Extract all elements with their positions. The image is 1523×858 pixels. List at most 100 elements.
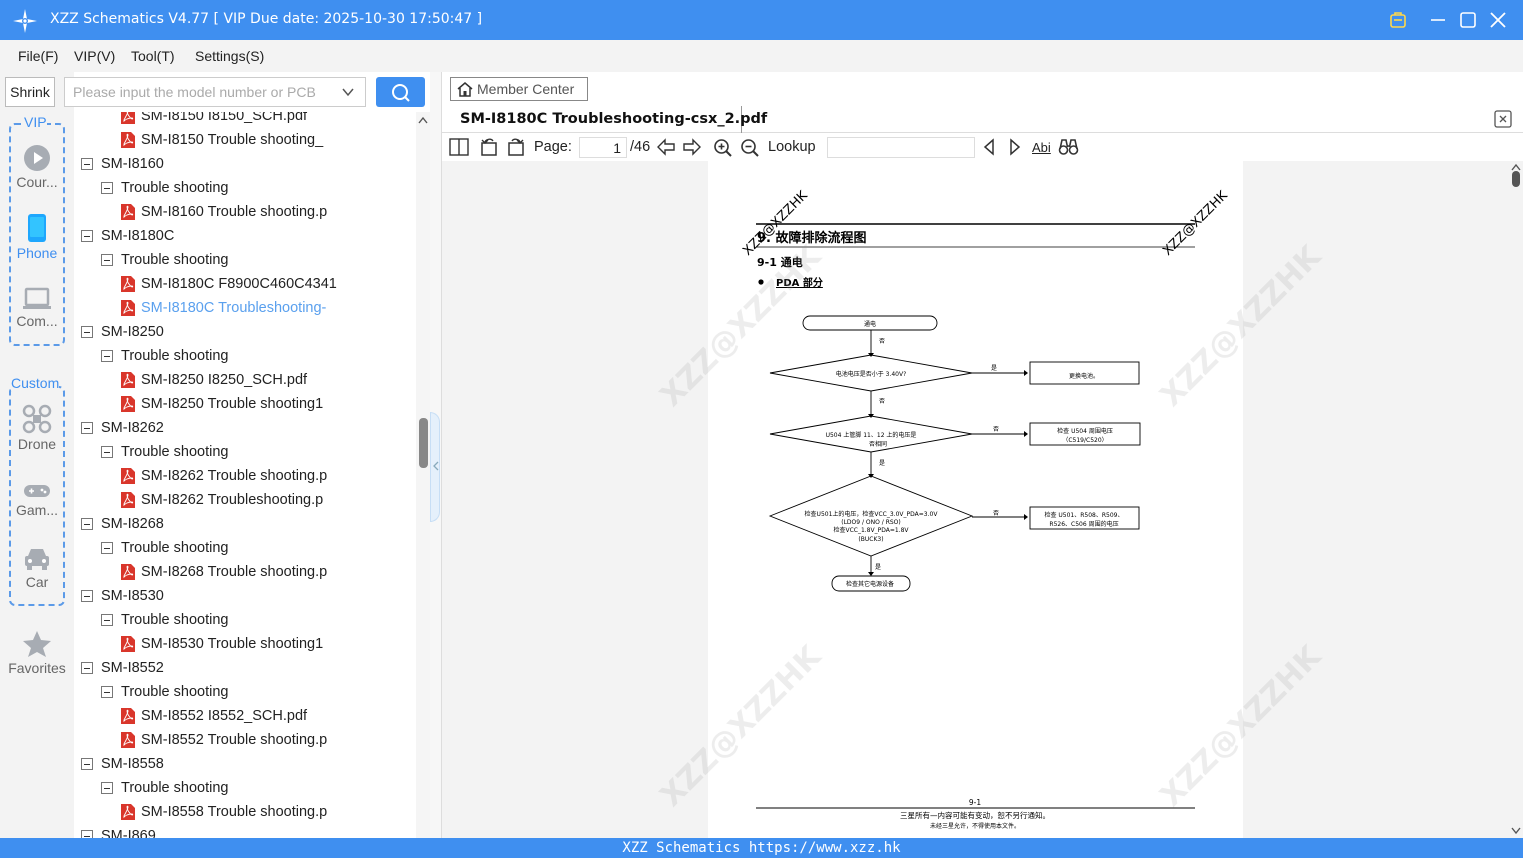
rotate-left-icon[interactable]	[479, 137, 499, 157]
window-title: XZZ Schematics V4.77 [ VIP Due date: 202…	[50, 11, 483, 27]
category-game[interactable]: Gam...	[0, 482, 74, 518]
zoom-out-icon[interactable]	[740, 138, 760, 158]
category-phone[interactable]: Phone	[0, 213, 74, 261]
viewer-scrollbar[interactable]	[1509, 161, 1523, 838]
tree-item-label: SM-I8160 Trouble shooting.p	[141, 204, 328, 220]
match-case-button[interactable]: Abi	[1032, 140, 1051, 155]
collapse-toggle-icon[interactable]	[81, 758, 93, 770]
category-courses[interactable]: Cour...	[0, 144, 74, 190]
collapse-toggle-icon[interactable]	[101, 782, 113, 794]
shrink-button[interactable]: Shrink	[5, 77, 55, 107]
flow-decision-2-line2: 否相同	[869, 440, 887, 448]
search-button[interactable]	[376, 77, 425, 107]
category-drone[interactable]: Drone	[0, 404, 74, 452]
flow-action-3-line2: R526、C506 周围的电压	[1049, 520, 1118, 528]
flow-no-4: 否	[993, 510, 999, 517]
category-label: Com...	[16, 313, 58, 329]
flow-action-3-line1: 检查 U501、R508、R509、	[1045, 511, 1124, 519]
status-footer: XZZ Schematics https://www.xzz.hk	[0, 838, 1523, 858]
collapse-toggle-icon[interactable]	[81, 230, 93, 242]
scroll-up-icon[interactable]	[418, 116, 428, 124]
collapse-toggle-icon[interactable]	[101, 446, 113, 458]
pdf-file-icon	[121, 112, 135, 124]
app-logo-icon	[13, 9, 37, 33]
collapse-toggle-icon[interactable]	[81, 158, 93, 170]
lookup-input[interactable]	[827, 137, 975, 158]
category-computer[interactable]: Com...	[0, 287, 74, 329]
tree-item-label: SM-I8180C F8900C460C4341	[141, 276, 337, 292]
tree-item-label: SM-I8250 Trouble shooting1	[141, 396, 324, 412]
prev-page-icon[interactable]	[656, 138, 676, 156]
chevron-left-icon	[433, 461, 439, 471]
pdf-file-icon	[121, 732, 135, 748]
search-input[interactable]: Please input the model number or PCB	[64, 77, 366, 107]
tree-item-label: Trouble shooting	[121, 252, 229, 268]
member-center-button[interactable]: Member Center	[450, 77, 588, 101]
member-center-label: Member Center	[477, 81, 575, 97]
tree-item-label: Trouble shooting	[121, 180, 229, 196]
page-number-input[interactable]: 1	[579, 137, 627, 158]
chevron-down-icon[interactable]	[341, 86, 355, 98]
flow-action-2-line1: 检查 U504 周围电压	[1057, 427, 1113, 435]
find-prev-icon[interactable]	[981, 138, 997, 156]
page-label: Page:	[534, 139, 572, 155]
car-icon	[25, 549, 49, 570]
collapse-toggle-icon[interactable]	[81, 830, 93, 838]
pdf-file-icon	[121, 372, 135, 388]
zoom-in-icon[interactable]	[713, 138, 733, 158]
gamepad-icon	[24, 485, 50, 497]
collapse-toggle-icon[interactable]	[81, 326, 93, 338]
collapse-handle[interactable]	[430, 412, 440, 522]
collapse-toggle-icon[interactable]	[101, 542, 113, 554]
scrollbar-thumb[interactable]	[419, 418, 428, 468]
scroll-down-icon[interactable]	[1511, 827, 1521, 835]
category-car[interactable]: Car	[0, 546, 74, 590]
category-favorites[interactable]: Favorites	[0, 630, 74, 676]
scroll-up-icon[interactable]	[1511, 163, 1521, 171]
tree-item-label: SM-I8180C Troubleshooting-	[141, 300, 327, 316]
binoculars-icon[interactable]	[1058, 138, 1079, 156]
tree-item-label: SM-I8530	[101, 588, 164, 604]
find-next-icon[interactable]	[1007, 138, 1023, 156]
pdf-file-icon	[121, 564, 135, 580]
collapse-toggle-icon[interactable]	[81, 422, 93, 434]
pdf-file-icon	[121, 804, 135, 820]
flow-no-1: 否	[879, 338, 885, 345]
flow-decision-3-line1: 检查U501上的电压，检查VCC_3.0V_PDA=3.0V	[805, 510, 939, 518]
phone-icon	[28, 214, 46, 242]
category-label: Favorites	[8, 660, 66, 676]
collapse-toggle-icon[interactable]	[81, 518, 93, 530]
close-icon[interactable]	[1486, 8, 1510, 32]
menu-tool[interactable]: Tool(T)	[131, 48, 175, 64]
tree-scrollbar[interactable]	[416, 112, 430, 838]
star-icon	[23, 631, 51, 657]
collapse-toggle-icon[interactable]	[101, 350, 113, 362]
vip-badge-icon[interactable]	[1386, 8, 1410, 32]
play-icon	[24, 145, 50, 171]
pane-splitter[interactable]	[430, 72, 442, 838]
collapse-toggle-icon[interactable]	[81, 590, 93, 602]
tree-item-label: SM-I8180C	[101, 228, 175, 244]
flow-yes-2: 是	[879, 460, 885, 467]
menu-settings[interactable]: Settings(S)	[195, 48, 264, 64]
collapse-toggle-icon[interactable]	[101, 686, 113, 698]
pdf-file-icon	[121, 492, 135, 508]
collapse-toggle-icon[interactable]	[81, 662, 93, 674]
minimize-icon[interactable]	[1426, 8, 1450, 32]
tab-document[interactable]: SM-I8180C Troubleshooting-csx_2.pdf	[450, 106, 767, 133]
menu-file[interactable]: File(F)	[18, 48, 58, 64]
flow-no-3: 否	[993, 426, 999, 433]
collapse-toggle-icon[interactable]	[101, 254, 113, 266]
tree-item-label: Trouble shooting	[121, 684, 229, 700]
menu-vip[interactable]: VIP(V)	[74, 48, 115, 64]
sidebar-toggle-icon[interactable]	[449, 138, 469, 156]
collapse-toggle-icon[interactable]	[101, 614, 113, 626]
scrollbar-thumb[interactable]	[1512, 171, 1520, 187]
lookup-label: Lookup	[768, 139, 816, 155]
rotate-right-icon[interactable]	[506, 137, 526, 157]
maximize-icon[interactable]	[1456, 8, 1480, 32]
collapse-toggle-icon[interactable]	[101, 182, 113, 194]
next-page-icon[interactable]	[682, 138, 702, 156]
close-tab-icon[interactable]	[1494, 110, 1512, 128]
tree-item-label: Trouble shooting	[121, 444, 229, 460]
